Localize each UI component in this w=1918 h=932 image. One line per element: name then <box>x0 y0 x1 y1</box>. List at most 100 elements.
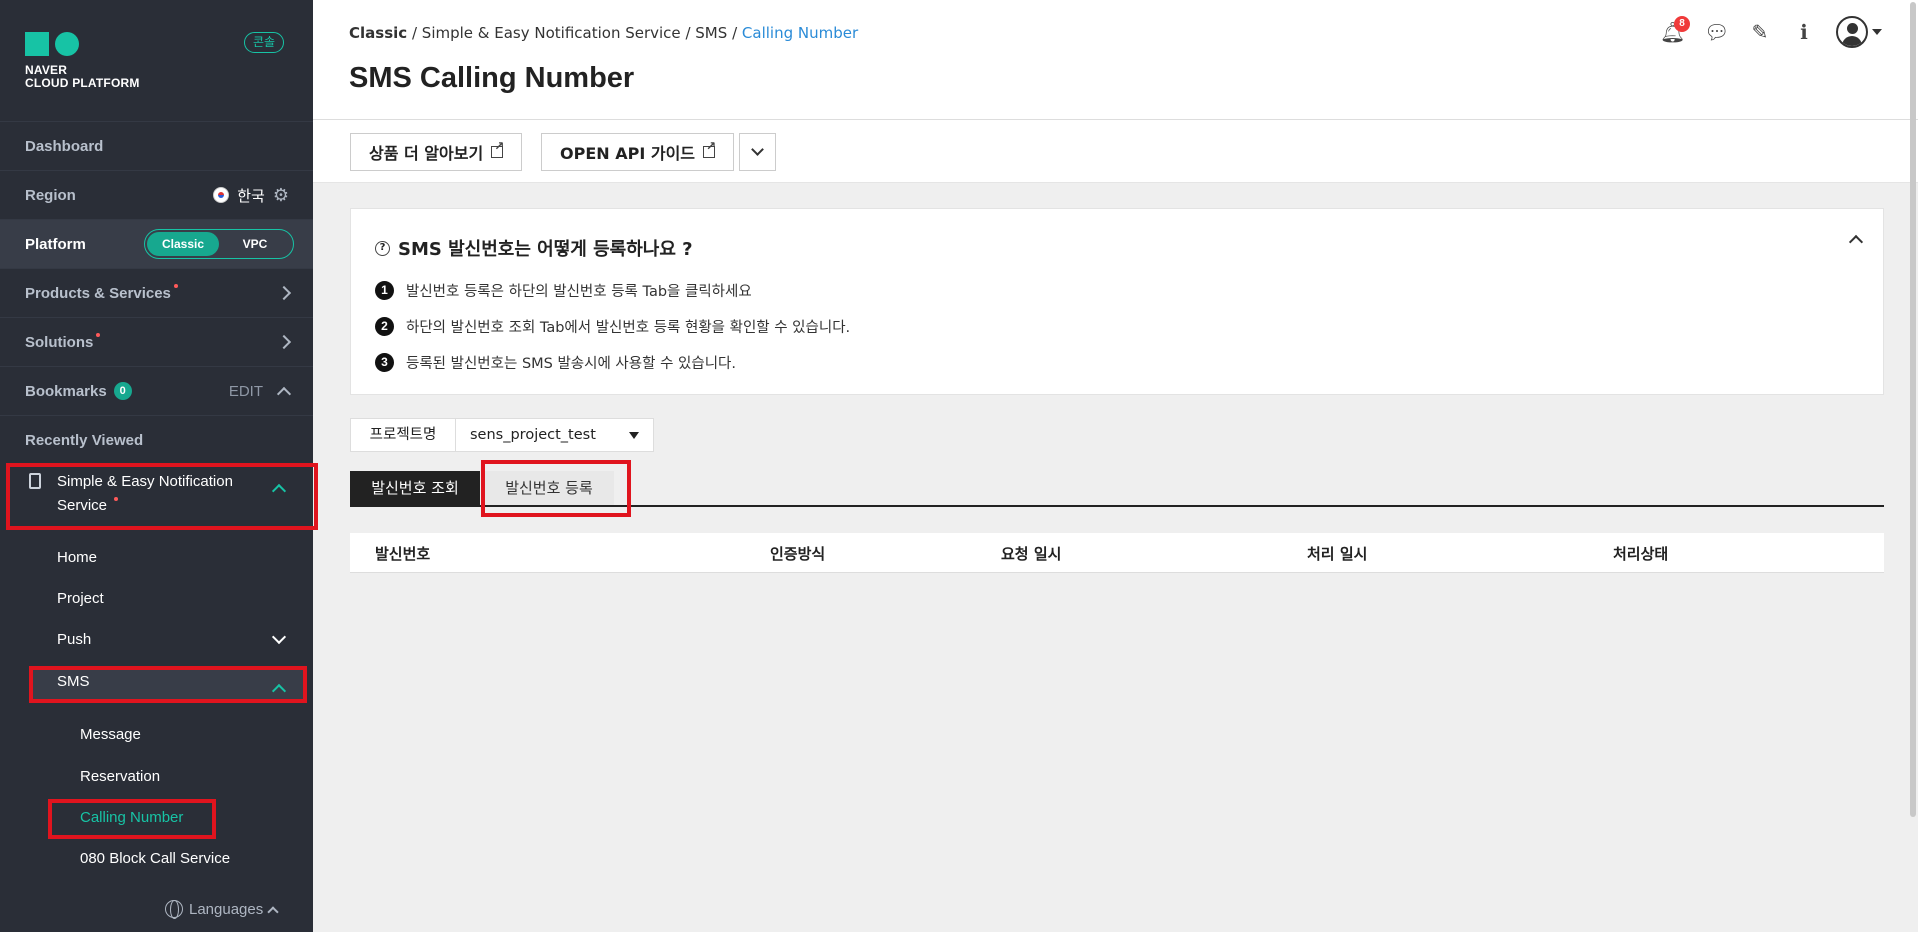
chat-icon[interactable]: 💬︎ <box>1704 20 1729 44</box>
vertical-scrollbar[interactable] <box>1906 0 1918 820</box>
sidebar-item-reservation[interactable]: Reservation <box>80 768 160 785</box>
api-guide-label: OPEN API 가이드 <box>560 144 696 163</box>
info-title: ? SMS 발신번호는 어떻게 등록하나요 ? <box>375 235 693 261</box>
learn-more-label: 상품 더 알아보기 <box>369 144 484 163</box>
step-text: 하단의 발신번호 조회 Tab에서 발신번호 등록 현황을 확인할 수 있습니다… <box>406 320 851 336</box>
breadcrumb-sens[interactable]: Simple & Easy Notification Service <box>422 24 681 42</box>
page-header: Classic / Simple & Easy Notification Ser… <box>313 0 1918 120</box>
languages-label: Languages <box>189 900 264 918</box>
platform-vpc-option[interactable]: VPC <box>219 232 291 256</box>
bookmarks-count-badge: 0 <box>113 382 132 400</box>
step-number: 1 <box>375 281 394 300</box>
info-step: 2 하단의 발신번호 조회 Tab에서 발신번호 등록 현황을 확인할 수 있습… <box>375 316 850 337</box>
external-link-icon <box>491 139 504 158</box>
nav-dashboard-label: Dashboard <box>25 137 104 155</box>
logo-line2: CLOUD PLATFORM <box>25 76 140 90</box>
step-number: 3 <box>375 353 394 372</box>
sidebar-item-message[interactable]: Message <box>80 726 141 743</box>
breadcrumb-sms[interactable]: SMS <box>695 24 727 42</box>
nav-recently-viewed[interactable]: Recently Viewed <box>0 415 313 464</box>
korea-flag-icon <box>213 187 230 203</box>
notification-count-badge: 8 <box>1674 16 1690 32</box>
info-title-text: SMS 발신번호는 어떻게 등록하나요 ? <box>398 239 693 260</box>
sidebar-item-080-block[interactable]: 080 Block Call Service <box>80 850 230 867</box>
nav-recently-viewed-label: Recently Viewed <box>25 431 144 449</box>
nav-solutions-label: Solutions <box>25 333 94 351</box>
column-header: 처리 일시 <box>1307 545 1368 563</box>
chevron-right-icon <box>276 334 292 350</box>
breadcrumb-classic[interactable]: Classic <box>349 24 407 42</box>
tab-view-calling-number[interactable]: 발신번호 조회 <box>350 471 480 505</box>
info-step: 3 등록된 발신번호는 SMS 발송시에 사용할 수 있습니다. <box>375 352 736 373</box>
step-number: 2 <box>375 317 394 336</box>
naver-cloud-logo[interactable]: NAVER CLOUD PLATFORM <box>25 32 140 90</box>
nav-bookmarks[interactable]: Bookmarks 0 EDIT <box>0 366 313 415</box>
collapse-icon[interactable] <box>1848 234 1864 250</box>
step-text: 발신번호 등록은 하단의 발신번호 등록 Tab을 클릭하세요 <box>406 284 752 300</box>
highlight-box-calling-number <box>48 799 216 839</box>
highlight-box-sms <box>29 666 307 703</box>
learn-more-button[interactable]: 상품 더 알아보기 <box>350 133 523 171</box>
breadcrumb-separator: / <box>685 24 691 42</box>
caret-down-icon[interactable] <box>1872 29 1882 35</box>
bell-icon[interactable]: 🔔︎ 8 <box>1660 16 1690 44</box>
info-book-icon[interactable]: ℹ <box>1792 20 1816 44</box>
highlight-box-register-tab <box>481 460 631 517</box>
globe-icon <box>165 900 183 919</box>
chevron-right-icon <box>276 285 292 301</box>
dropdown-triangle-icon <box>629 432 639 439</box>
more-dropdown-button[interactable] <box>739 133 776 171</box>
chevron-up-icon <box>267 906 279 918</box>
sidebar: NAVER CLOUD PLATFORM 콘솔 Dashboard Region… <box>0 0 318 932</box>
column-header: 처리상태 <box>1613 545 1669 563</box>
nav-region[interactable]: Region 한국 ⚙ <box>0 170 313 219</box>
sidebar-item-project[interactable]: Project <box>57 590 104 607</box>
avatar[interactable] <box>1836 16 1868 48</box>
step-text: 등록된 발신번호는 SMS 발송시에 사용할 수 있습니다. <box>406 356 736 372</box>
chevron-down-icon <box>751 142 764 156</box>
nav-bookmarks-label: Bookmarks <box>25 382 107 400</box>
project-select-value: sens_project_test <box>470 427 596 443</box>
sidebar-item-push[interactable]: Push <box>57 631 91 648</box>
page-title: SMS Calling Number <box>349 62 635 94</box>
calling-number-table-header: 발신번호 인증방식 요청 일시 처리 일시 처리상태 <box>350 533 1884 573</box>
column-header: 발신번호 <box>375 545 431 563</box>
column-header: 요청 일시 <box>1001 545 1062 563</box>
nav-products[interactable]: Products & Services <box>0 268 313 317</box>
project-select[interactable]: sens_project_test <box>456 418 654 452</box>
external-link-icon <box>703 139 716 158</box>
action-bar: 상품 더 알아보기 OPEN API 가이드 <box>313 120 1918 183</box>
languages-menu[interactable]: Languages <box>165 900 279 919</box>
nav-platform-label: Platform <box>25 235 86 253</box>
new-dot-icon <box>96 333 101 337</box>
nav-region-label: Region <box>25 186 76 204</box>
region-value: 한국 <box>237 186 265 205</box>
nav-platform: Platform Classic VPC <box>0 219 313 268</box>
scrollbar-thumb[interactable] <box>1910 2 1916 817</box>
info-step: 1 발신번호 등록은 하단의 발신번호 등록 Tab을 클릭하세요 <box>375 280 752 301</box>
chevron-up-icon[interactable] <box>276 386 292 402</box>
sidebar-item-home[interactable]: Home <box>57 549 97 566</box>
platform-classic-option[interactable]: Classic <box>147 232 219 256</box>
new-dot-icon <box>173 284 178 288</box>
breadcrumb-separator: / <box>732 24 738 42</box>
highlight-box-service <box>6 463 318 530</box>
project-label: 프로젝트명 <box>350 418 456 452</box>
breadcrumb-current: Calling Number <box>741 24 859 42</box>
project-selector: 프로젝트명 sens_project_test <box>350 418 654 452</box>
logo-mark-icon <box>25 32 140 56</box>
header-icons: 🔔︎ 8 💬︎ ✎ ℹ <box>1660 16 1882 48</box>
notepad-icon[interactable]: ✎ <box>1748 20 1772 44</box>
console-badge[interactable]: 콘솔 <box>244 32 285 53</box>
chevron-down-icon[interactable] <box>271 629 287 645</box>
nav-products-label: Products & Services <box>25 284 171 302</box>
breadcrumb-separator: / <box>411 24 418 42</box>
nav-dashboard[interactable]: Dashboard <box>0 121 313 170</box>
api-guide-button[interactable]: OPEN API 가이드 <box>541 133 735 171</box>
question-icon: ? <box>375 240 390 256</box>
bookmarks-edit-link[interactable]: EDIT <box>229 383 263 400</box>
platform-toggle[interactable]: Classic VPC <box>144 229 294 259</box>
nav-solutions[interactable]: Solutions <box>0 317 313 366</box>
gear-icon[interactable]: ⚙ <box>273 185 289 206</box>
breadcrumb: Classic / Simple & Easy Notification Ser… <box>349 24 858 42</box>
